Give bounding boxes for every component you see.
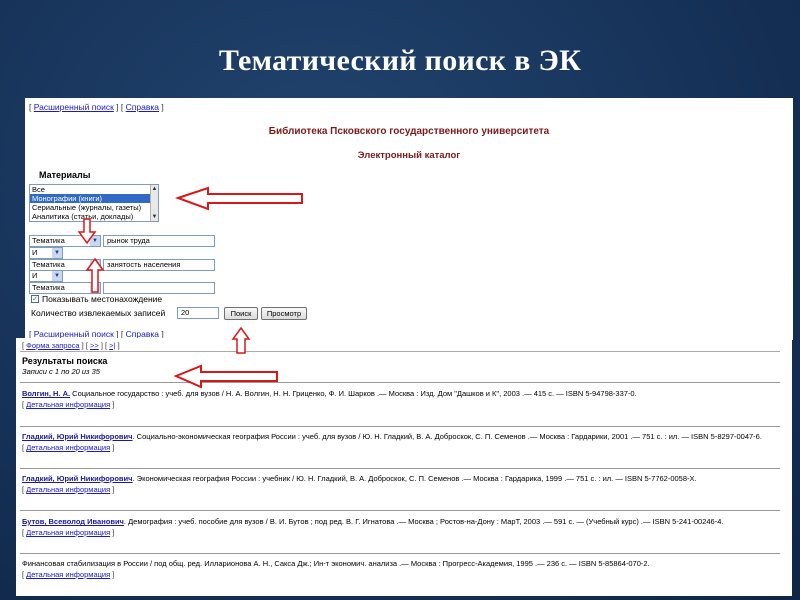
search-form-panel: [ Расширенный поиск ] [ Справка ] Библио…: [25, 98, 793, 340]
detail-link[interactable]: Детальная информация: [26, 443, 110, 452]
results-title: Результаты поиска: [22, 356, 108, 366]
search-button[interactable]: Поиск: [224, 307, 258, 320]
detail-link[interactable]: Детальная информация: [26, 570, 110, 579]
field-select-value: Тематика: [32, 236, 65, 245]
detail-link[interactable]: Детальная информация: [26, 485, 110, 494]
bracket: ]: [161, 102, 164, 112]
detail-link[interactable]: Детальная информация: [26, 528, 110, 537]
divider: [20, 351, 780, 352]
query-input-1[interactable]: рынок труда: [103, 235, 215, 247]
chevron-down-icon[interactable]: ▼: [52, 248, 62, 258]
results-panel: [ Форма запроса ] [ >> ] [ >| ] Результа…: [16, 338, 792, 596]
catalog-title: Электронный каталог: [357, 150, 461, 161]
chevron-down-icon[interactable]: ▼: [52, 271, 62, 281]
detail-link-row: [ Детальная информация ]: [22, 528, 115, 537]
materials-option[interactable]: Аналитика (статьи, доклады): [30, 212, 158, 221]
record-description: Финансовая стабилизация в России / под о…: [22, 559, 650, 568]
record-description: . Демография : учеб. пособие для вузов /…: [123, 517, 724, 526]
query-form-link[interactable]: Форма запроса: [26, 341, 79, 350]
query-input-3[interactable]: [103, 282, 215, 294]
materials-option[interactable]: Сериальные (журналы, газеты): [30, 203, 158, 212]
show-location-label: Показывать местонахождение: [42, 294, 163, 304]
top-nav: [ Расширенный поиск ] [ Справка ]: [29, 102, 164, 112]
detail-link-row: [ Детальная информация ]: [22, 570, 115, 579]
records-count-input[interactable]: 20: [177, 307, 219, 319]
materials-option-selected[interactable]: Монографии (книги): [30, 194, 158, 203]
scroll-track[interactable]: [151, 193, 158, 213]
field-select-value: Тематика: [32, 260, 65, 269]
results-count: Записи с 1 по 20 из 35: [22, 367, 100, 376]
scroll-up-icon[interactable]: ▲: [151, 185, 158, 193]
result-record: Гладкий, Юрий Никифорович. Социально-эко…: [22, 432, 778, 453]
bracket: ] [: [116, 102, 124, 112]
bracket: [: [29, 102, 32, 112]
divider: [20, 426, 780, 427]
result-record: Финансовая стабилизация в России / под о…: [22, 559, 778, 580]
field-select-3[interactable]: Тематика ▼: [29, 282, 101, 294]
result-record: Волгин, Н. А. Социальное государство : у…: [22, 389, 778, 410]
result-record: Гладкий, Юрий Никифорович. Экономическая…: [22, 474, 778, 495]
library-title: Библиотека Псковского государственного у…: [268, 126, 550, 137]
record-description: . Социально-экономическая география Росс…: [132, 432, 762, 441]
query-input-2[interactable]: занятость населения: [103, 259, 215, 271]
divider: [20, 468, 780, 469]
operator-select-2[interactable]: И ▼: [29, 270, 63, 282]
divider: [20, 382, 780, 383]
operator-value: И: [32, 271, 38, 280]
help-link[interactable]: Справка: [126, 102, 159, 112]
detail-link-row: [ Детальная информация ]: [22, 443, 115, 452]
record-author-link[interactable]: Волгин, Н. А.: [22, 389, 70, 398]
operator-value: И: [32, 248, 38, 257]
record-description: . Экономическая география России : учебн…: [132, 474, 697, 483]
scroll-down-icon[interactable]: ▼: [151, 213, 158, 221]
record-description: Социальное государство : учеб. для вузов…: [70, 389, 637, 398]
materials-option[interactable]: Все: [30, 185, 158, 194]
record-author-link[interactable]: Гладкий, Юрий Никифорович: [22, 432, 133, 441]
chevron-down-icon[interactable]: ▼: [90, 283, 100, 293]
detail-link[interactable]: Детальная информация: [26, 400, 110, 409]
chevron-down-icon[interactable]: ▼: [90, 260, 100, 270]
result-record: Бутов, Всеволод Иванович. Демография : у…: [22, 517, 778, 538]
detail-link-row: [ Детальная информация ]: [22, 400, 115, 409]
next-page-link[interactable]: >>: [90, 341, 99, 350]
materials-listbox[interactable]: Все Монографии (книги) Сериальные (журна…: [29, 184, 159, 222]
records-count-label: Количество извлекаемых записей: [31, 308, 166, 318]
slide-title: Тематический поиск в ЭК: [218, 44, 582, 77]
record-author-link[interactable]: Бутов, Всеволод Иванович: [22, 517, 124, 526]
divider: [20, 553, 780, 554]
chevron-down-icon[interactable]: ▼: [90, 236, 100, 246]
divider: [20, 510, 780, 511]
field-select-value: Тематика: [32, 283, 65, 292]
browse-button[interactable]: Просмотр: [261, 307, 307, 320]
show-location-row: ✓ Показывать местонахождение: [31, 294, 162, 304]
listbox-scrollbar[interactable]: ▲ ▼: [150, 185, 158, 221]
show-location-checkbox[interactable]: ✓: [31, 295, 39, 303]
last-page-link[interactable]: >|: [109, 341, 115, 350]
detail-link-row: [ Детальная информация ]: [22, 485, 115, 494]
record-author-link[interactable]: Гладкий, Юрий Никифорович: [22, 474, 133, 483]
materials-label: Материалы: [39, 170, 91, 180]
results-nav: [ Форма запроса ] [ >> ] [ >| ]: [22, 341, 120, 350]
operator-select-1[interactable]: И ▼: [29, 247, 63, 259]
advanced-search-link[interactable]: Расширенный поиск: [34, 102, 114, 112]
field-select-1[interactable]: Тематика ▼: [29, 235, 101, 247]
